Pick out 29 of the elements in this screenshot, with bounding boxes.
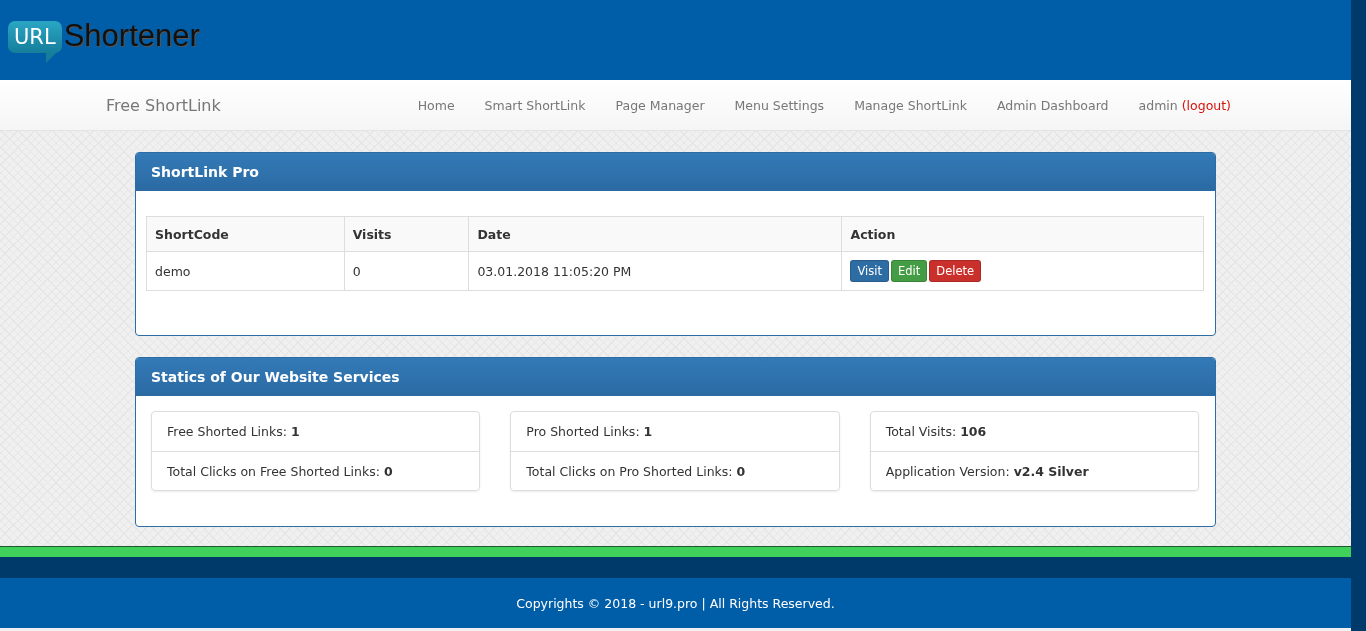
copyright-text: Copyrights © 2018 - url9.pro | All Rights Reserved. [516,595,835,611]
column-header: Date [468,216,842,252]
delete-button[interactable]: Delete [929,260,982,282]
nav-link[interactable]: Manage ShortLink [854,97,967,113]
column-header: Visits [344,216,469,252]
panel-title: Statics of Our Website Services [136,358,1215,396]
table-cell: 03.01.2018 11:05:20 PM [468,251,842,291]
user-name: admin [1138,97,1178,113]
nav-link[interactable]: Smart ShortLink [484,97,586,113]
nav-link[interactable]: Page Manager [615,97,705,113]
nav-link[interactable]: Menu Settings [734,97,825,113]
edit-button[interactable]: Edit [891,260,928,282]
nav-link[interactable]: Admin Dashboard [996,97,1109,113]
logout-link[interactable]: (logout) [1181,97,1231,113]
column-header: ShortCode [146,216,345,252]
stat-item: Total Clicks on Free Shorted Links: 0 [152,451,480,490]
stat-item: Total Clicks on Pro Shorted Links: 0 [511,451,839,490]
navbar-brand[interactable]: Free ShortLink [106,95,418,115]
stat-item: Free Shorted Links: 1 [166,423,301,441]
table-cell: demo [146,251,345,291]
logo-wordmark: Shortener [63,18,200,54]
visit-button[interactable]: Visit [850,260,889,282]
table-cell: 0 [344,251,469,291]
panel-title: ShortLink Pro [136,153,1215,191]
stat-item: Total Visits: 106 [884,423,988,441]
stat-item: Application Version: v2.4 Silver [870,451,1198,490]
column-header: Action [842,216,1204,252]
nav-link[interactable]: Home [417,97,455,113]
stat-item: Pro Shorted Links: 1 [525,423,654,441]
